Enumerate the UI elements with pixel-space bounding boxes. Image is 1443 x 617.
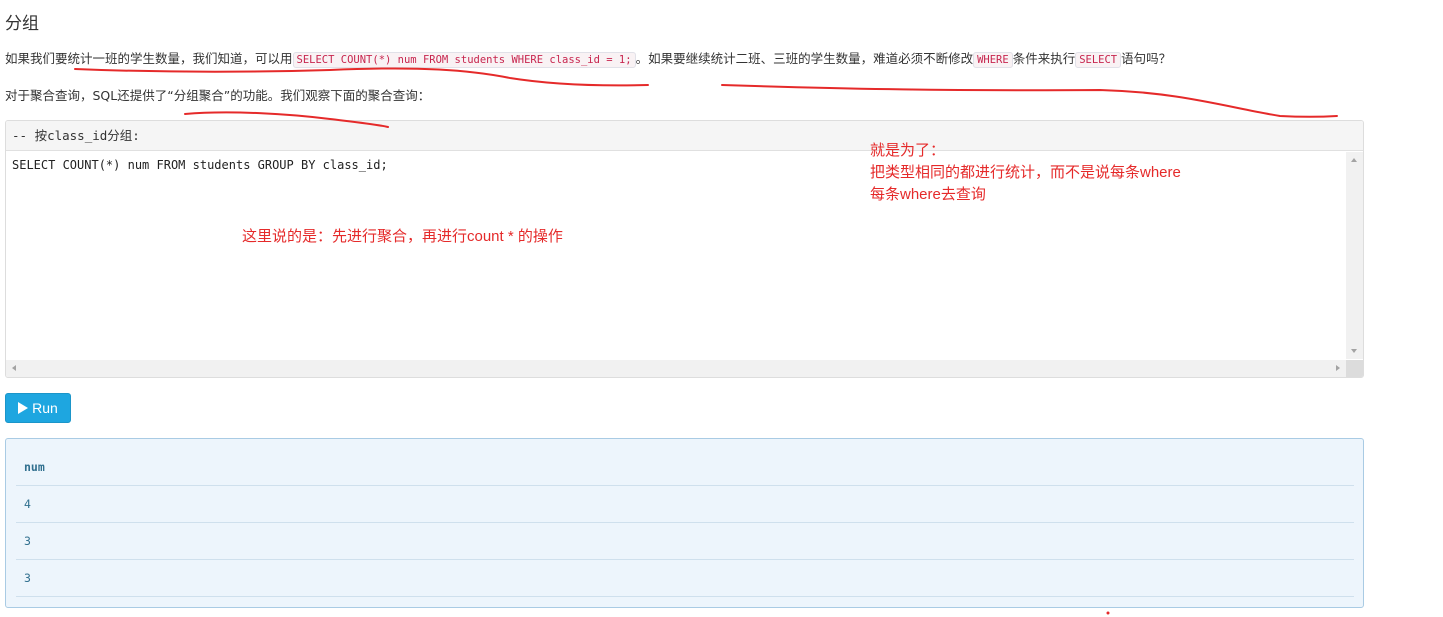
- table-row: 4: [16, 485, 1354, 523]
- note-line: 把类型相同的都进行统计，而不是说每条where: [870, 164, 1181, 181]
- intro-text-middle2: 条件来执行: [1012, 51, 1076, 66]
- ink-dot: [1106, 611, 1110, 615]
- horizontal-scrollbar[interactable]: [6, 360, 1346, 377]
- note-line: 每条where去查询: [870, 186, 986, 203]
- intro-paragraph: 如果我们要统计一班的学生数量，我们知道，可以用 SELECT COUNT(*) n…: [5, 49, 1171, 70]
- table-row: 3: [16, 522, 1354, 560]
- inline-code-where: WHERE: [973, 52, 1013, 68]
- table-cell: 4: [16, 485, 1354, 523]
- table-cell: 3: [16, 559, 1354, 597]
- column-header-num: num: [16, 449, 1354, 486]
- play-icon: [18, 402, 29, 414]
- handwritten-note-aggregation: 这里说的是：先进行聚合，再进行count * 的操作: [242, 228, 563, 245]
- underline-stroke: [721, 84, 1338, 118]
- scrollbar-corner: [1346, 360, 1363, 377]
- inline-code-select: SELECT: [1075, 52, 1122, 68]
- table-cell: 3: [16, 522, 1354, 560]
- scroll-left-icon[interactable]: [12, 365, 16, 371]
- run-button[interactable]: Run: [5, 393, 71, 423]
- table-header-row: num: [16, 449, 1354, 486]
- scroll-down-icon[interactable]: [1351, 349, 1357, 353]
- scroll-right-icon[interactable]: [1336, 365, 1340, 371]
- intro-text-middle: 。如果要继续统计二班、三班的学生数量，难道必须不断修改: [635, 51, 974, 66]
- table-row: 3: [16, 559, 1354, 597]
- intro-text-start: 如果我们要统计一班的学生数量，我们知道，可以用: [5, 51, 293, 66]
- run-button-label: Run: [32, 400, 58, 416]
- group-aggregation-paragraph: 对于聚合查询，SQL还提供了“分组聚合”的功能。我们观察下面的聚合查询：: [5, 88, 431, 103]
- scroll-up-icon[interactable]: [1351, 158, 1357, 162]
- page-title: 分组: [5, 14, 39, 34]
- editor-code-text[interactable]: SELECT COUNT(*) num FROM students GROUP …: [12, 158, 388, 172]
- vertical-scrollbar[interactable]: [1346, 152, 1363, 359]
- inline-code-select-where: SELECT COUNT(*) num FROM students WHERE …: [292, 52, 636, 68]
- underline-stroke: [74, 67, 649, 87]
- query-result-panel: num 4 3 3: [5, 438, 1364, 608]
- handwritten-note-purpose: 就是为了： 把类型相同的都进行统计，而不是说每条where 每条where去查询: [870, 140, 1181, 206]
- note-line: 就是为了：: [870, 142, 946, 159]
- intro-text-end: 语句吗？: [1121, 51, 1172, 66]
- result-table: num 4 3 3: [16, 449, 1354, 597]
